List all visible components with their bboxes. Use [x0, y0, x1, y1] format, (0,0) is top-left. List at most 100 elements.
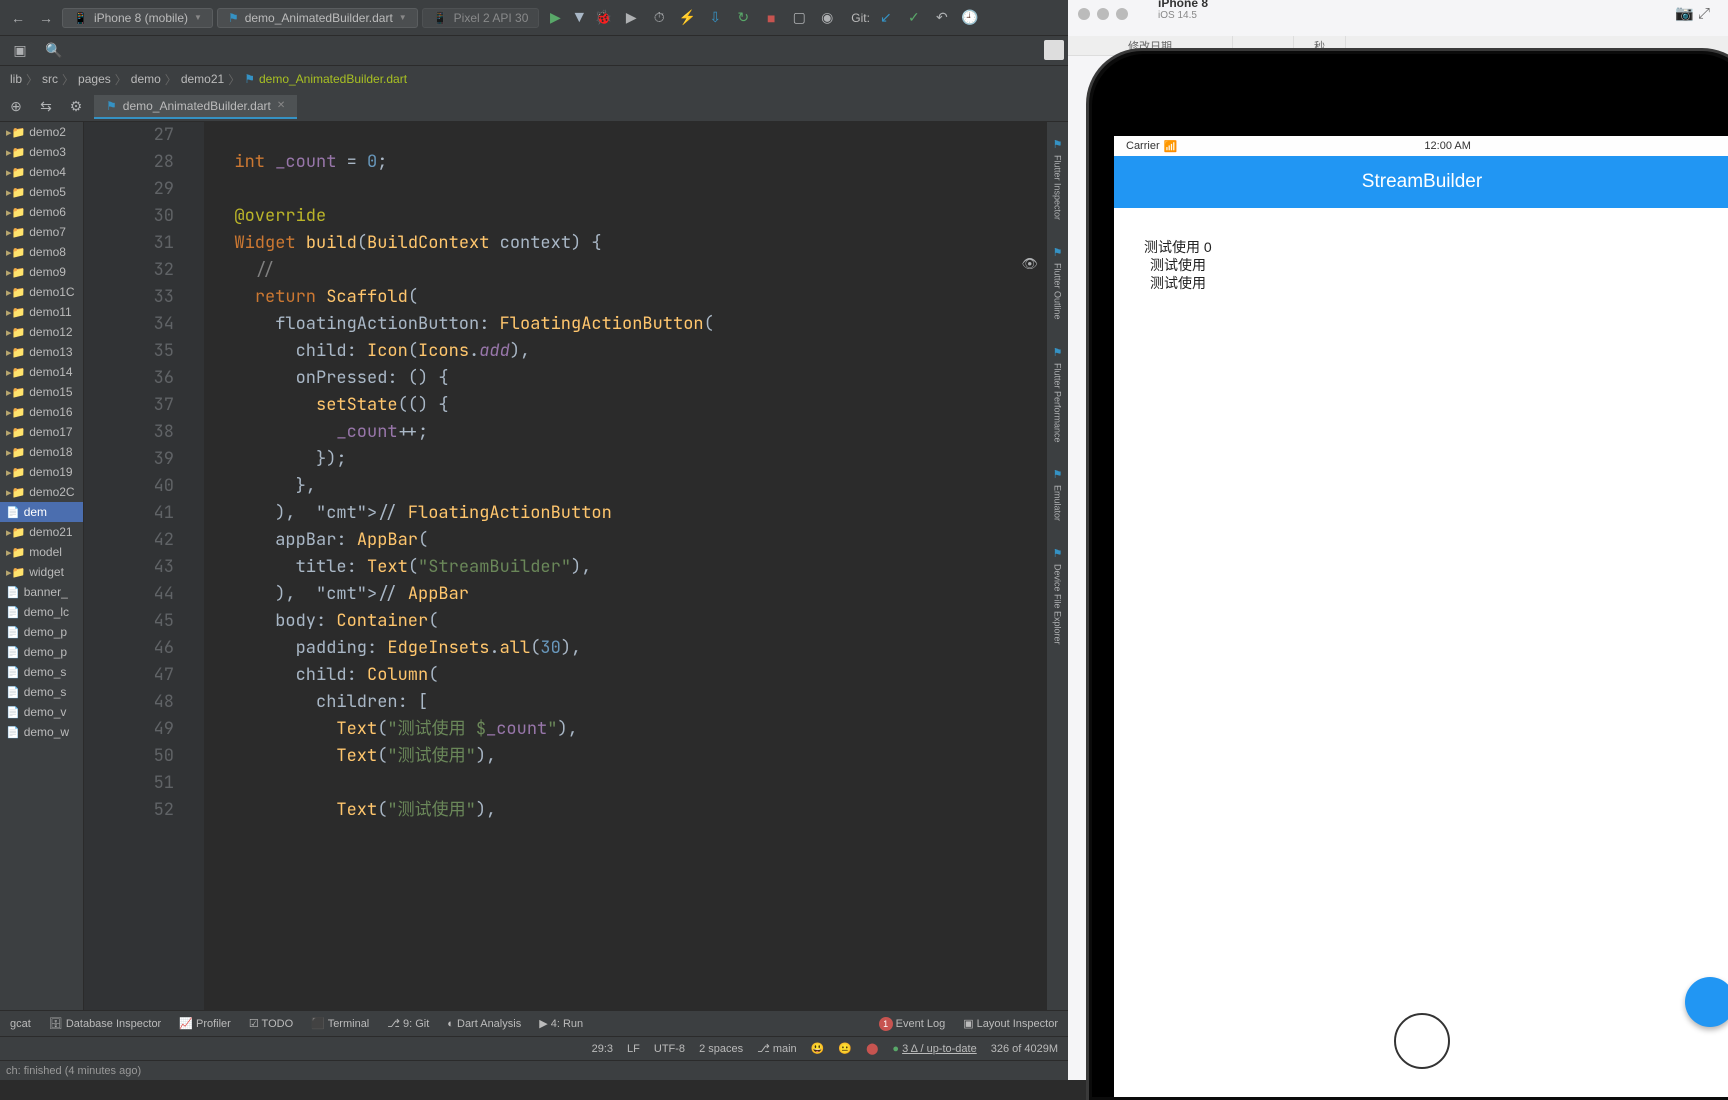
dart-analysis-tab[interactable]: ◐ Dart Analysis: [447, 1018, 521, 1030]
run-config-selector[interactable]: ⚑ demo_AnimatedBuilder.dart ▼: [217, 8, 418, 28]
sidebar-item[interactable]: ▸📁demo12: [0, 322, 83, 342]
warn-icon[interactable]: ⬤: [866, 1042, 878, 1055]
git-branch[interactable]: ⎇ main: [757, 1042, 797, 1055]
avatar[interactable]: [1044, 40, 1064, 60]
right-tool-tab[interactable]: ⚑Flutter Outline: [1053, 240, 1063, 326]
todo-tab[interactable]: ☑ TODO: [249, 1017, 293, 1030]
close-icon[interactable]: ✕: [277, 100, 285, 111]
forward-icon[interactable]: →: [34, 6, 58, 30]
run-icon[interactable]: ▶: [543, 6, 567, 30]
sidebar-item[interactable]: ▸📁demo2: [0, 122, 83, 142]
profile-icon[interactable]: ⏱: [647, 6, 671, 30]
code-editor[interactable]: 👁 + 272829303132333435363738394041424344…: [84, 122, 1068, 1010]
code-area[interactable]: int _count = 0; @override Widget build(B…: [204, 122, 1068, 1010]
folder-icon: ▸📁: [6, 286, 25, 299]
sidebar-item[interactable]: 📄dem: [0, 502, 83, 522]
sidebar-item[interactable]: ▸📁demo17: [0, 422, 83, 442]
logcat-tab[interactable]: gcat: [10, 1018, 31, 1030]
eol[interactable]: LF: [627, 1043, 640, 1055]
face-icon[interactable]: 😃: [811, 1042, 825, 1055]
inspector-icon[interactable]: ◉: [815, 6, 839, 30]
git-clock-icon[interactable]: 🕘: [958, 6, 982, 30]
sidebar-item[interactable]: ▸📁model: [0, 542, 83, 562]
sidebar-item[interactable]: ▸📁demo1C: [0, 282, 83, 302]
memory-usage[interactable]: 326 of 4029M: [991, 1043, 1058, 1055]
device-selector-2[interactable]: 📱 Pixel 2 API 30: [422, 8, 540, 28]
crumb-item[interactable]: src: [42, 72, 58, 86]
right-tool-tab[interactable]: ⚑Device File Explorer: [1053, 541, 1063, 651]
terminal-tab[interactable]: ⬛ Terminal: [311, 1017, 369, 1030]
debug-icon[interactable]: 🐞: [591, 6, 615, 30]
sidebar-item[interactable]: ▸📁demo3: [0, 142, 83, 162]
sidebar-item[interactable]: ▸📁demo21: [0, 522, 83, 542]
gear-icon[interactable]: ⚙: [64, 95, 88, 119]
sidebar-item[interactable]: ▸📁demo14: [0, 362, 83, 382]
layout-inspector-tab[interactable]: ▣ Layout Inspector: [963, 1017, 1058, 1030]
face-neutral-icon[interactable]: 😐: [838, 1042, 852, 1055]
sidebar-item[interactable]: 📄demo_s: [0, 682, 83, 702]
sidebar-item[interactable]: ▸📁demo5: [0, 182, 83, 202]
db-inspector-tab[interactable]: 🗄 Database Inspector: [49, 1017, 161, 1030]
sidebar-item[interactable]: 📄demo_s: [0, 662, 83, 682]
home-button[interactable]: [1394, 1013, 1450, 1069]
sidebar-item[interactable]: 📄banner_: [0, 582, 83, 602]
simulator-toolbar-icons[interactable]: 📷 ⤢: [1675, 4, 1710, 22]
hot-reload-icon[interactable]: ⚡: [675, 6, 699, 30]
sidebar-item[interactable]: ▸📁demo7: [0, 222, 83, 242]
profiler-tab[interactable]: 📈 Profiler: [179, 1017, 231, 1030]
attach-icon[interactable]: ⇩: [703, 6, 727, 30]
device-selector-1[interactable]: 📱 iPhone 8 (mobile) ▼: [62, 8, 213, 28]
event-log-tab[interactable]: 1 Event Log: [879, 1017, 946, 1031]
sidebar-item[interactable]: ▸📁demo6: [0, 202, 83, 222]
sidebar-item[interactable]: ▸📁demo16: [0, 402, 83, 422]
right-tool-tab[interactable]: ⚑Flutter Performance: [1053, 340, 1063, 449]
coverage-run-icon[interactable]: ▶: [619, 6, 643, 30]
device-label: Pixel 2 API 30: [454, 11, 529, 25]
sidebar-item[interactable]: ▸📁demo8: [0, 242, 83, 262]
sidebar-item-label: demo2C: [29, 485, 74, 499]
crumb-file[interactable]: demo_AnimatedBuilder.dart: [259, 72, 407, 86]
search-icon[interactable]: 🔍: [42, 39, 66, 63]
crumb-item[interactable]: lib: [10, 72, 22, 86]
floating-action-button[interactable]: [1685, 977, 1728, 1027]
git-commit-icon[interactable]: ✓: [902, 6, 926, 30]
right-tool-tab[interactable]: ⚑Flutter Inspector: [1053, 132, 1063, 226]
crumb-item[interactable]: pages: [78, 72, 111, 86]
project-pane-icon[interactable]: ▣: [8, 39, 32, 63]
chevron-down-icon[interactable]: ▼: [571, 9, 587, 27]
encoding[interactable]: UTF-8: [654, 1043, 685, 1055]
sidebar-item[interactable]: ▸📁widget: [0, 562, 83, 582]
git-status[interactable]: ● 3 Δ / up-to-date: [892, 1043, 976, 1055]
crumb-item[interactable]: demo: [131, 72, 161, 86]
sidebar-item[interactable]: 📄demo_lc: [0, 602, 83, 622]
crumb-item[interactable]: demo21: [181, 72, 224, 86]
caret-pos[interactable]: 29:3: [592, 1043, 613, 1055]
indent[interactable]: 2 spaces: [699, 1043, 743, 1055]
sidebar-item[interactable]: ▸📁demo9: [0, 262, 83, 282]
sidebar-item[interactable]: ▸📁demo19: [0, 462, 83, 482]
sidebar-item[interactable]: ▸📁demo2C: [0, 482, 83, 502]
sidebar-item[interactable]: 📄demo_p: [0, 642, 83, 662]
sidebar-item[interactable]: ▸📁demo15: [0, 382, 83, 402]
sidebar-item[interactable]: ▸📁demo11: [0, 302, 83, 322]
run-tab[interactable]: ▶ 4: Run: [539, 1017, 583, 1030]
phone-screen: Carrier 📶 12:00 AM StreamBuilder 测试使用 0 …: [1114, 136, 1728, 1097]
sidebar-item[interactable]: 📄demo_v: [0, 702, 83, 722]
restart-icon[interactable]: ↻: [731, 6, 755, 30]
editor-tab-active[interactable]: ⚑ demo_AnimatedBuilder.dart ✕: [94, 95, 297, 119]
window-traffic-lights[interactable]: [1078, 8, 1128, 20]
sidebar-item[interactable]: 📄demo_p: [0, 622, 83, 642]
target-icon[interactable]: ⊕: [4, 95, 28, 119]
devtools-icon[interactable]: ▢: [787, 6, 811, 30]
stop-icon[interactable]: ■: [759, 6, 783, 30]
git-tab[interactable]: ⎇ 9: Git: [387, 1017, 429, 1030]
collapse-icon[interactable]: ⇆: [34, 95, 58, 119]
sidebar-item[interactable]: ▸📁demo4: [0, 162, 83, 182]
right-tool-tab[interactable]: ⚑Emulator: [1053, 462, 1063, 527]
git-history-icon[interactable]: ↶: [930, 6, 954, 30]
sidebar-item[interactable]: ▸📁demo13: [0, 342, 83, 362]
git-update-icon[interactable]: ↙: [874, 6, 898, 30]
sidebar-item[interactable]: ▸📁demo18: [0, 442, 83, 462]
sidebar-item[interactable]: 📄demo_w: [0, 722, 83, 742]
back-icon[interactable]: ←: [6, 6, 30, 30]
